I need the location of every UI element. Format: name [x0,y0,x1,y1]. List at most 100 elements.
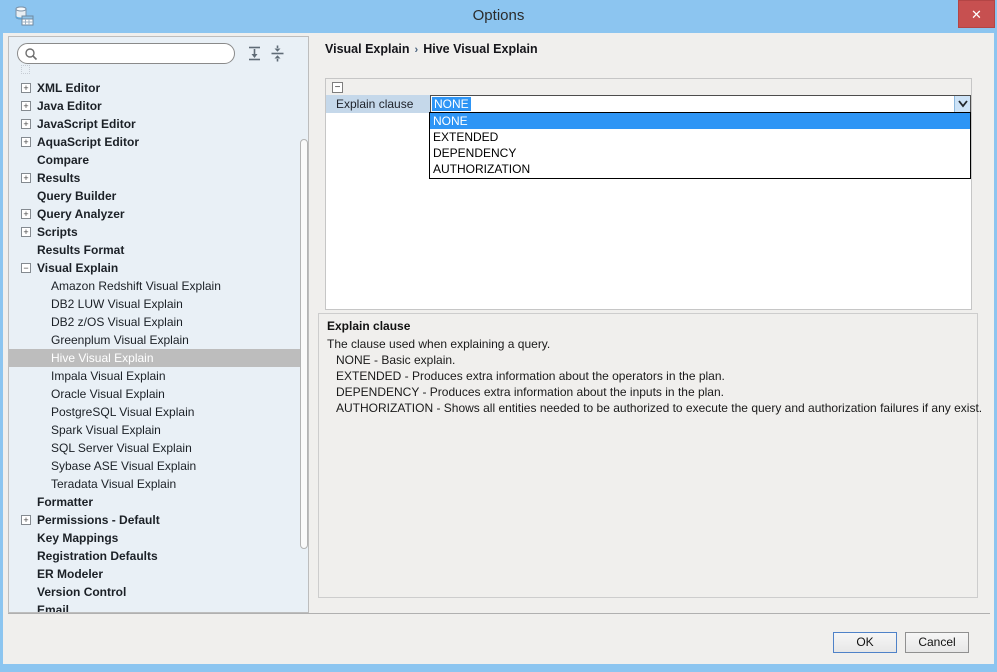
help-panel: Explain clause The clause used when expl… [318,313,983,598]
tree-item-label: Sybase ASE Visual Explain [51,459,197,473]
tree-item-label: DB2 LUW Visual Explain [51,297,183,311]
tree-item-label: AquaScript Editor [37,135,140,149]
tree-item-label: Oracle Visual Explain [51,387,165,401]
tree-item-scripts[interactable]: + Scripts [9,223,308,241]
tree-item-label: Formatter [37,495,94,509]
dropdown-option-extended[interactable]: EXTENDED [430,129,970,145]
tree-item-key-mappings[interactable]: Key Mappings [9,529,308,547]
explain-clause-label: Explain clause [326,95,430,113]
expand-icon[interactable]: + [21,173,31,183]
search-box[interactable] [17,43,235,64]
tree-item-label: Results [37,171,81,185]
expand-icon[interactable]: + [21,119,31,129]
options-dialog: Options ✕ + XML Editor + Java Editor + J… [0,0,997,672]
tree-item-spark-visual-explain[interactable]: Spark Visual Explain [9,421,308,439]
collapse-all-icon[interactable] [269,45,286,62]
search-input[interactable] [42,45,228,62]
tree-item-label: Scripts [37,225,78,239]
help-line: DEPENDENCY - Produces extra information … [336,385,724,399]
tree-item-label: JavaScript Editor [37,117,136,131]
tree-item-hive-visual-explain[interactable]: Hive Visual Explain [9,349,308,367]
expand-icon[interactable]: + [21,137,31,147]
tree-item-sybase-ase-visual-explain[interactable]: Sybase ASE Visual Explain [9,457,308,475]
tree-item-label: Results Format [37,243,125,257]
tree-item-teradata-visual-explain[interactable]: Teradata Visual Explain [9,475,308,493]
tree-item-label: Spark Visual Explain [51,423,161,437]
expand-icon[interactable]: + [21,101,31,111]
dropdown-option-authorization[interactable]: AUTHORIZATION [430,161,970,177]
collapse-panel-icon[interactable]: − [332,82,343,93]
tree-item-label: Impala Visual Explain [51,369,166,383]
footer-divider [8,613,990,614]
tree-item-version-control[interactable]: Version Control [9,583,308,601]
tree-item-label: SQL Server Visual Explain [51,441,192,455]
expand-icon[interactable]: + [21,83,31,93]
tree-item-sql-server-visual-explain[interactable]: SQL Server Visual Explain [9,439,308,457]
tree-item-postgresql-visual-explain[interactable]: PostgreSQL Visual Explain [9,403,308,421]
tree-item-xml-editor[interactable]: + XML Editor [9,79,308,97]
tree-item-impala-visual-explain[interactable]: Impala Visual Explain [9,367,308,385]
expand-all-icon[interactable] [246,45,263,62]
combobox-arrow-button[interactable] [954,96,970,112]
tree-item-label: Email [37,603,70,613]
ok-button[interactable]: OK [833,632,897,653]
tree-item-label: Registration Defaults [37,549,158,563]
expand-icon[interactable]: + [21,515,31,525]
help-line: EXTENDED - Produces extra information ab… [336,369,725,383]
close-button[interactable]: ✕ [958,0,995,28]
tree-item-label: Visual Explain [37,261,119,275]
tree-item-label: DB2 z/OS Visual Explain [51,315,183,329]
tree-item-label: Permissions - Default [37,513,160,527]
tree-item-javascript-editor[interactable]: + JavaScript Editor [9,115,308,133]
expand-icon[interactable]: + [21,227,31,237]
tree-item-query-analyzer[interactable]: + Query Analyzer [9,205,308,223]
help-lines: The clause used when explaining a query.… [327,336,983,416]
help-line: NONE - Basic explain. [336,353,456,367]
tree-item-label: Compare [37,153,90,167]
chevron-down-icon [958,100,968,108]
tree-item-er-modeler[interactable]: ER Modeler [9,565,308,583]
tree-item-label: Amazon Redshift Visual Explain [51,279,221,293]
tree-item-amazon-redshift-visual-explain[interactable]: Amazon Redshift Visual Explain [9,277,308,295]
tree-item-label: Version Control [37,585,127,599]
tree-item-label: XML Editor [37,81,101,95]
options-sidebar: + XML Editor + Java Editor + JavaScript Edito… [8,36,309,613]
tree-item-label: Query Builder [37,189,117,203]
window-title: Options [472,7,525,24]
tree-item-query-builder[interactable]: Query Builder [9,187,308,205]
tree-item-db2-luw-visual-explain[interactable]: DB2 LUW Visual Explain [9,295,308,313]
cancel-button[interactable]: Cancel [905,632,969,653]
breadcrumb-separator-icon: › [414,44,419,56]
tree-item-greenplum-visual-explain[interactable]: Greenplum Visual Explain [9,331,308,349]
tree-item-registration-defaults[interactable]: Registration Defaults [9,547,308,565]
combobox-value: NONE [432,97,471,111]
tree-item-email[interactable]: Email [9,601,308,613]
help-line: AUTHORIZATION - Shows all entities neede… [336,401,983,415]
tree-item-results-format[interactable]: Results Format [9,241,308,259]
breadcrumb: Visual Explain › Hive Visual Explain [325,42,538,56]
expand-icon[interactable]: + [21,209,31,219]
tree-item-formatter[interactable]: Formatter [9,493,308,511]
collapse-icon[interactable]: − [21,263,31,273]
tree-item-db2-z-os-visual-explain[interactable]: DB2 z/OS Visual Explain [9,313,308,331]
sidebar-scrollbar-thumb[interactable] [300,139,308,549]
tree-item-label: Java Editor [37,99,102,113]
tree-item-aquascript-editor[interactable]: + AquaScript Editor [9,133,308,151]
tree-item-visual-explain[interactable]: − Visual Explain [9,259,308,277]
tree-item-java-editor[interactable]: + Java Editor [9,97,308,115]
tree-item-label: ER Modeler [37,567,104,581]
search-icon [25,48,38,61]
help-line: The clause used when explaining a query. [327,337,551,351]
settings-panel-header: − [326,79,971,95]
dropdown-option-dependency[interactable]: DEPENDENCY [430,145,970,161]
options-tree: + XML Editor + Java Editor + JavaScript Edito… [9,79,308,613]
dropdown-option-none[interactable]: NONE [430,113,970,129]
tree-item-compare[interactable]: Compare [9,151,308,169]
breadcrumb-parent[interactable]: Visual Explain [325,42,410,56]
tree-item-permissions-default[interactable]: + Permissions - Default [9,511,308,529]
tree-item-results[interactable]: + Results [9,169,308,187]
tree-item-oracle-visual-explain[interactable]: Oracle Visual Explain [9,385,308,403]
explain-clause-combobox[interactable]: NONE [430,95,971,113]
breadcrumb-current: Hive Visual Explain [423,42,538,56]
title-bar[interactable]: Options ✕ [0,0,997,33]
